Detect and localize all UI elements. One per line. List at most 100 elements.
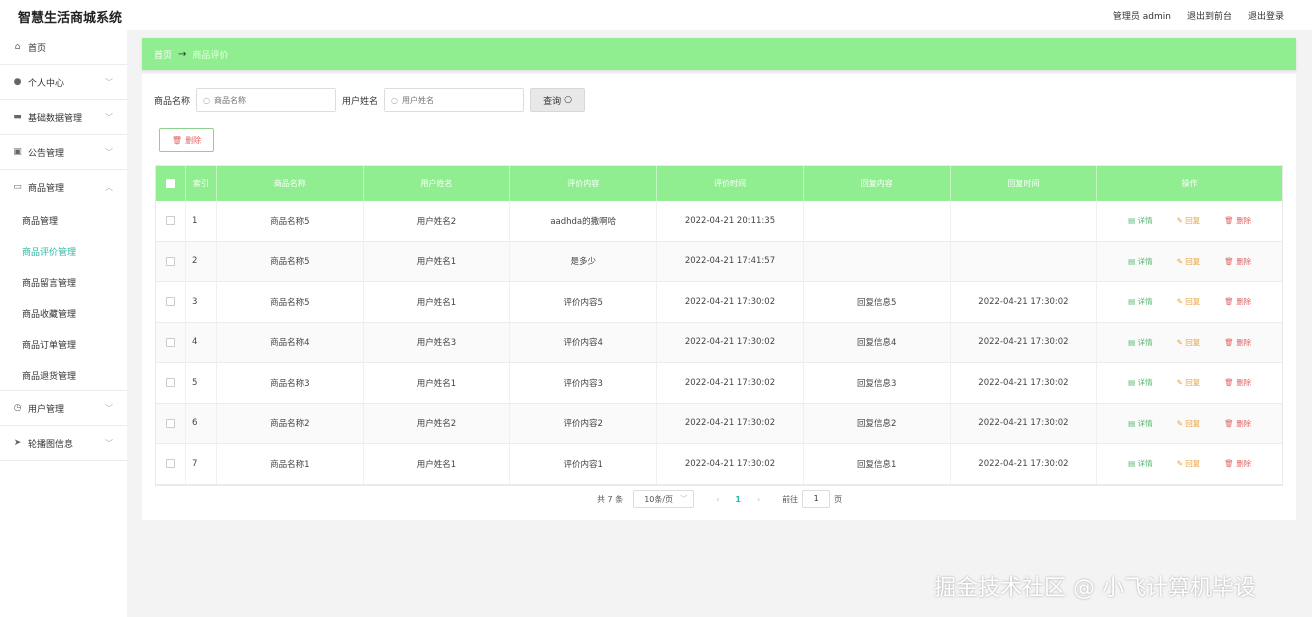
trash-icon: 🗑 [1224,297,1234,307]
reply-label: 回复 [1185,216,1201,226]
goto-label: 前往 [782,494,799,504]
detail-button[interactable]: ▤ 详情 [1128,377,1152,388]
next-page-button[interactable]: › [757,495,760,504]
detail-button[interactable]: ▤ 详情 [1128,337,1152,348]
trash-icon: 🗑 [1224,216,1234,226]
sidebar-item-basic-data[interactable]: ▬ 基础数据管理 ﹀ [0,100,127,135]
send-icon: ➤ [13,437,22,448]
sidebar-subitem-goods-order[interactable]: 商品订单管理 [0,329,127,360]
select-all-checkbox[interactable] [165,179,175,188]
edit-icon: ✎ [1176,216,1183,226]
detail-button[interactable]: ▤ 详情 [1128,458,1152,469]
goods-name-field[interactable]: ○ [196,88,337,112]
sidebar-item-label: 商品管理 [28,184,65,194]
document-icon: ▤ [1128,256,1136,266]
col-header-goods[interactable]: 商品名称 [217,166,364,201]
reply-button[interactable]: ✎ 回复 [1177,337,1201,348]
row-checkbox[interactable] [165,378,175,388]
row-select-cell [156,241,186,281]
chevron-down-icon: ﹀ [105,113,113,122]
front-link[interactable]: 退出到前台 [1187,9,1232,22]
delete-button[interactable]: 🗑 删除 [1224,337,1251,348]
user-name-field[interactable]: ○ [384,88,525,112]
col-header-content[interactable]: 评价内容 [510,166,658,201]
cell-index: 7 [186,444,217,484]
user-name-input[interactable] [402,95,513,105]
sidebar-subitem-goods-return[interactable]: 商品退货管理 [0,360,127,391]
delete-button[interactable]: 🗑 删除 [1224,377,1251,388]
prev-page-button[interactable]: ‹ [716,495,719,504]
table-row: 1 商品名称5 用户姓名2 aadhda的撒啊哈 2022-04-21 20:11:35… [156,201,1282,242]
batch-delete-button[interactable]: 🗑 删除 [159,128,214,152]
delete-button[interactable]: 🗑 删除 [1224,418,1251,429]
cell-reply: 回复信息2 [804,403,951,443]
row-checkbox[interactable] [165,256,175,266]
row-checkbox[interactable] [165,459,175,469]
cell-user: 用户姓名1 [364,444,511,484]
query-button[interactable]: 查询 ○ [530,88,586,112]
clock-icon: ◷ [13,402,22,413]
col-header-time[interactable]: 评价时间 [657,166,804,201]
row-select-cell [156,201,186,241]
cell-goods: 商品名称3 [217,363,364,403]
sidebar-subitem-goods-review[interactable]: 商品评价管理 [0,236,127,267]
detail-button[interactable]: ▤ 详情 [1128,256,1152,267]
detail-button[interactable]: ▤ 详情 [1128,418,1152,429]
sidebar-item-carousel[interactable]: ➤ 轮播图信息 ﹀ [0,426,127,461]
reply-button[interactable]: ✎ 回复 [1177,256,1201,267]
cell-reply-time: 2022-04-21 17:30:02 [951,403,1098,443]
row-checkbox[interactable] [165,418,175,428]
sidebar-item-home[interactable]: ⌂ 首页 [0,30,127,65]
trash-icon: 🗑 [1224,418,1234,428]
sidebar-subitem-goods-message[interactable]: 商品留言管理 [0,267,127,298]
delete-button[interactable]: 🗑 删除 [1224,256,1251,267]
row-checkbox[interactable] [165,297,175,307]
delete-button[interactable]: 🗑 删除 [1224,215,1251,226]
reply-button[interactable]: ✎ 回复 [1177,377,1201,388]
col-header-user[interactable]: 用户姓名 [364,166,511,201]
table-row: 4 商品名称4 用户姓名3 评价内容4 2022-04-21 17:30:02 回复信息4… [156,322,1282,363]
cell-user: 用户姓名3 [364,322,511,362]
logout-link[interactable]: 退出登录 [1248,9,1284,22]
sidebar-item-label: 轮播图信息 [28,439,74,450]
document-icon: ▤ [1128,459,1136,469]
cell-time: 2022-04-21 20:11:35 [657,201,804,241]
cell-reply [804,241,951,281]
sidebar-item-goods[interactable]: ▭ 商品管理 ︿ [0,170,127,205]
detail-label: 详情 [1137,418,1153,428]
delete-button[interactable]: 🗑 删除 [1224,296,1251,307]
page-size-select[interactable]: 10条/页 ﹀ [633,490,695,508]
goods-name-input[interactable] [214,95,324,105]
col-header-reply-time[interactable]: 回复时间 [951,166,1098,201]
delete-label: 删除 [1236,459,1252,469]
delete-button[interactable]: 🗑 删除 [1224,458,1251,469]
col-header-index[interactable]: 索引 [186,166,217,201]
row-checkbox[interactable] [165,216,175,226]
detail-button[interactable]: ▤ 详情 [1128,215,1152,226]
sidebar-subitem-goods[interactable]: 商品管理 [0,205,127,236]
search-icon: ○ [564,95,572,105]
sidebar-item-profile[interactable]: ● 个人中心 ﹀ [0,65,127,100]
sidebar-item-notice[interactable]: ▣ 公告管理 ﹀ [0,135,127,170]
reply-button[interactable]: ✎ 回复 [1177,458,1201,469]
cell-user: 用户姓名2 [364,201,511,241]
table-row: 2 商品名称5 用户姓名1 是多少 2022-04-21 17:41:57 ▤ 详情 ✎ 回… [156,241,1282,282]
reply-button[interactable]: ✎ 回复 [1177,418,1201,429]
row-checkbox[interactable] [165,337,175,347]
breadcrumb-home[interactable]: 首页 [154,48,172,61]
reply-button[interactable]: ✎ 回复 [1177,296,1201,307]
goto-page-input[interactable]: 1 [802,490,831,508]
cell-content: aadhda的撒啊哈 [510,201,658,241]
col-header-reply[interactable]: 回复内容 [804,166,951,201]
reply-button[interactable]: ✎ 回复 [1177,215,1201,226]
table-header: 索引 商品名称 用户姓名 评价内容 评价时间 回复内容 回复时间 操作 [156,166,1282,201]
reply-label: 回复 [1185,337,1201,347]
sidebar-item-users[interactable]: ◷ 用户管理 ﹀ [0,391,127,426]
current-page-number[interactable]: 1 [735,495,741,504]
detail-button[interactable]: ▤ 详情 [1128,296,1152,307]
reply-label: 回复 [1185,256,1201,266]
cell-time: 2022-04-21 17:30:02 [657,282,804,322]
cell-index: 5 [186,363,217,403]
pagination-total: 共 7 条 [597,494,624,504]
sidebar-subitem-goods-favorite[interactable]: 商品收藏管理 [0,298,127,329]
